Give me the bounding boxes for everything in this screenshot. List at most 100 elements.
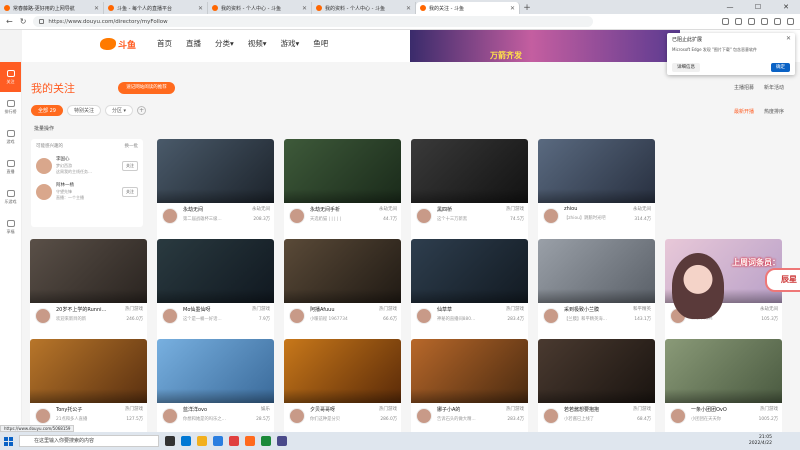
sort-option[interactable]: 最新开播 [734,108,754,115]
browser-tab[interactable]: 我的资料 - 个人中心 - 斗鱼 ✕ [312,2,416,14]
streamer-name[interactable]: Tony托公子 [56,406,106,413]
avatar[interactable] [416,308,432,324]
stream-card[interactable]: 永劫无间 永劫无间 第二届战雄杯三级… 208.3万 [157,139,274,242]
sidebar-item[interactable]: 直播 [0,152,21,182]
tab-close-icon[interactable]: ✕ [406,5,411,12]
extensions-icon[interactable] [748,18,755,25]
read-aloud-icon[interactable] [722,18,729,25]
profile-icon[interactable] [774,18,781,25]
app-icon-red[interactable] [229,436,239,446]
category-tag[interactable]: 永劫无间 [633,206,651,212]
stream-thumbnail[interactable] [538,239,655,303]
streamer-name[interactable]: 20岁不上学的Runni… [56,306,106,313]
avatar[interactable] [416,408,432,424]
douyu-app-icon[interactable] [245,436,255,446]
category-tag[interactable]: 热门游戏 [633,406,651,412]
stream-thumbnail[interactable] [538,339,655,403]
streamer-name[interactable]: 娜子小A的 [437,406,487,413]
nav-item[interactable]: 视频▾ [248,38,267,49]
browser-tab[interactable]: 我的资料 - 个人中心 - 斗鱼 ✕ [208,2,312,14]
stream-thumbnail[interactable] [538,139,655,203]
file-explorer-icon[interactable] [197,436,207,446]
stream-card[interactable]: Mo仙墨仙呀 热门游戏 这个是一桶—好话… 7.9万 [157,239,274,342]
stream-thumbnail[interactable] [411,239,528,303]
stream-card[interactable]: 夕贝哥哥呀 热门游戏 你们这种是分贝 286.0万 [284,339,401,442]
back-icon[interactable]: ← [6,17,13,26]
avatar[interactable] [162,308,178,324]
avatar[interactable] [543,408,559,424]
sidebar-item[interactable]: 排行榜 [0,92,21,122]
streamer-name[interactable]: 黑四桥 [437,206,487,213]
stream-thumbnail[interactable] [284,339,401,403]
sidebar-item[interactable]: 享福 [0,212,21,242]
category-tag[interactable]: 热门游戏 [506,306,524,312]
sidebar-item[interactable]: 乐游戏 [0,182,21,212]
filter-tab[interactable]: 全部 29 [31,105,63,116]
stream-thumbnail[interactable] [665,339,782,403]
streamer-name[interactable]: zhiou [564,206,614,212]
streamer-name[interactable]: 采到极致小兰膜 [564,306,614,313]
nav-item[interactable]: 鱼吧 [313,38,328,49]
browser-tab[interactable]: 斗鱼 - 每个人的直播平台 ✕ [104,2,208,14]
upgrade-button[interactable]: 速记网站阅读的推荐 [118,82,175,94]
follow-button[interactable]: 关注 [122,187,138,197]
tab-close-icon[interactable]: ✕ [94,5,99,12]
filter-tab[interactable]: 特别关注 [66,105,101,116]
refresh-icon[interactable]: ↻ [20,17,27,26]
streamer-name[interactable]: 蓝洋洋ovo [183,406,233,413]
category-tag[interactable]: 热门游戏 [125,406,143,412]
stream-card[interactable]: 黑四桥 热门游戏 这个十三万新黑 74.5万 [411,139,528,242]
system-clock[interactable]: 21:05 2022/4/22 [749,435,772,447]
avatar[interactable] [289,408,305,424]
avatar[interactable] [543,208,559,224]
category-tag[interactable]: 热门游戏 [125,306,143,312]
nav-item[interactable]: 游戏▾ [281,38,300,49]
stream-card[interactable]: 采到极致小兰膜 和平精英 【兰膜】和平精英海… 143.1万 [538,239,655,342]
category-tag[interactable]: 热门游戏 [379,406,397,412]
avatar[interactable] [289,308,305,324]
close-window-icon[interactable]: ✕ [772,0,800,14]
favorites-star-icon[interactable] [735,18,742,25]
avatar[interactable] [36,184,52,200]
nav-item[interactable]: 首页 [157,38,172,49]
streamer-name[interactable]: 一条小团团OvO [691,406,741,413]
task-view-icon[interactable] [165,436,175,446]
streamer-name[interactable]: 仙草草 [437,306,487,313]
category-tag[interactable]: 热门游戏 [252,306,270,312]
more-icon[interactable] [787,18,794,25]
category-tag[interactable]: 娱乐 [261,406,270,412]
category-tag[interactable]: 热门游戏 [379,306,397,312]
streamer-name[interactable]: 夕贝哥哥呀 [310,406,360,413]
app-icon-green[interactable] [261,436,271,446]
details-button[interactable]: 详细信息 [672,63,700,72]
category-tag[interactable]: 热门游戏 [506,406,524,412]
stream-thumbnail[interactable] [30,339,147,403]
avatar[interactable] [416,208,432,224]
category-tag[interactable]: 和平精英 [633,306,651,312]
stream-card[interactable]: 若若酱想要抱抱 热门游戏 小若酱已上线了 68.4万 [538,339,655,442]
avatar[interactable] [36,158,52,174]
new-tab-icon[interactable]: + [520,2,534,14]
category-tag[interactable]: 热门游戏 [506,206,524,212]
refresh-batch-link[interactable]: 换一批 [125,143,139,149]
minimize-icon[interactable]: — [716,0,744,14]
ok-button[interactable]: 确定 [771,63,790,72]
avatar[interactable] [162,408,178,424]
filter-tab[interactable]: 分区 ▾ [104,105,134,116]
avatar[interactable] [35,408,51,424]
streamer-name[interactable]: Mo仙墨仙呀 [183,306,233,313]
browser-tab[interactable]: 常春藤路-更好用的上网导航 ✕ [0,2,104,14]
stream-card[interactable]: 阿播Afuuu 热门游戏 小暖前程 1967734 66.6万 [284,239,401,342]
stream-thumbnail[interactable] [157,239,274,303]
top-right-link[interactable]: 主播招募 [734,84,754,91]
nav-item[interactable]: 分类▾ [215,38,234,49]
stream-thumbnail[interactable] [157,139,274,203]
stream-thumbnail[interactable] [284,239,401,303]
follow-button[interactable]: 关注 [122,161,138,171]
stream-thumbnail[interactable] [30,239,147,303]
add-group-icon[interactable]: + [137,106,147,115]
streamer-name[interactable]: 永劫无间手析 [310,206,360,213]
batch-ops-link[interactable]: 批量操作 [34,125,54,132]
category-tag[interactable]: 永劫无间 [379,206,397,212]
windows-start-icon[interactable] [4,436,13,446]
